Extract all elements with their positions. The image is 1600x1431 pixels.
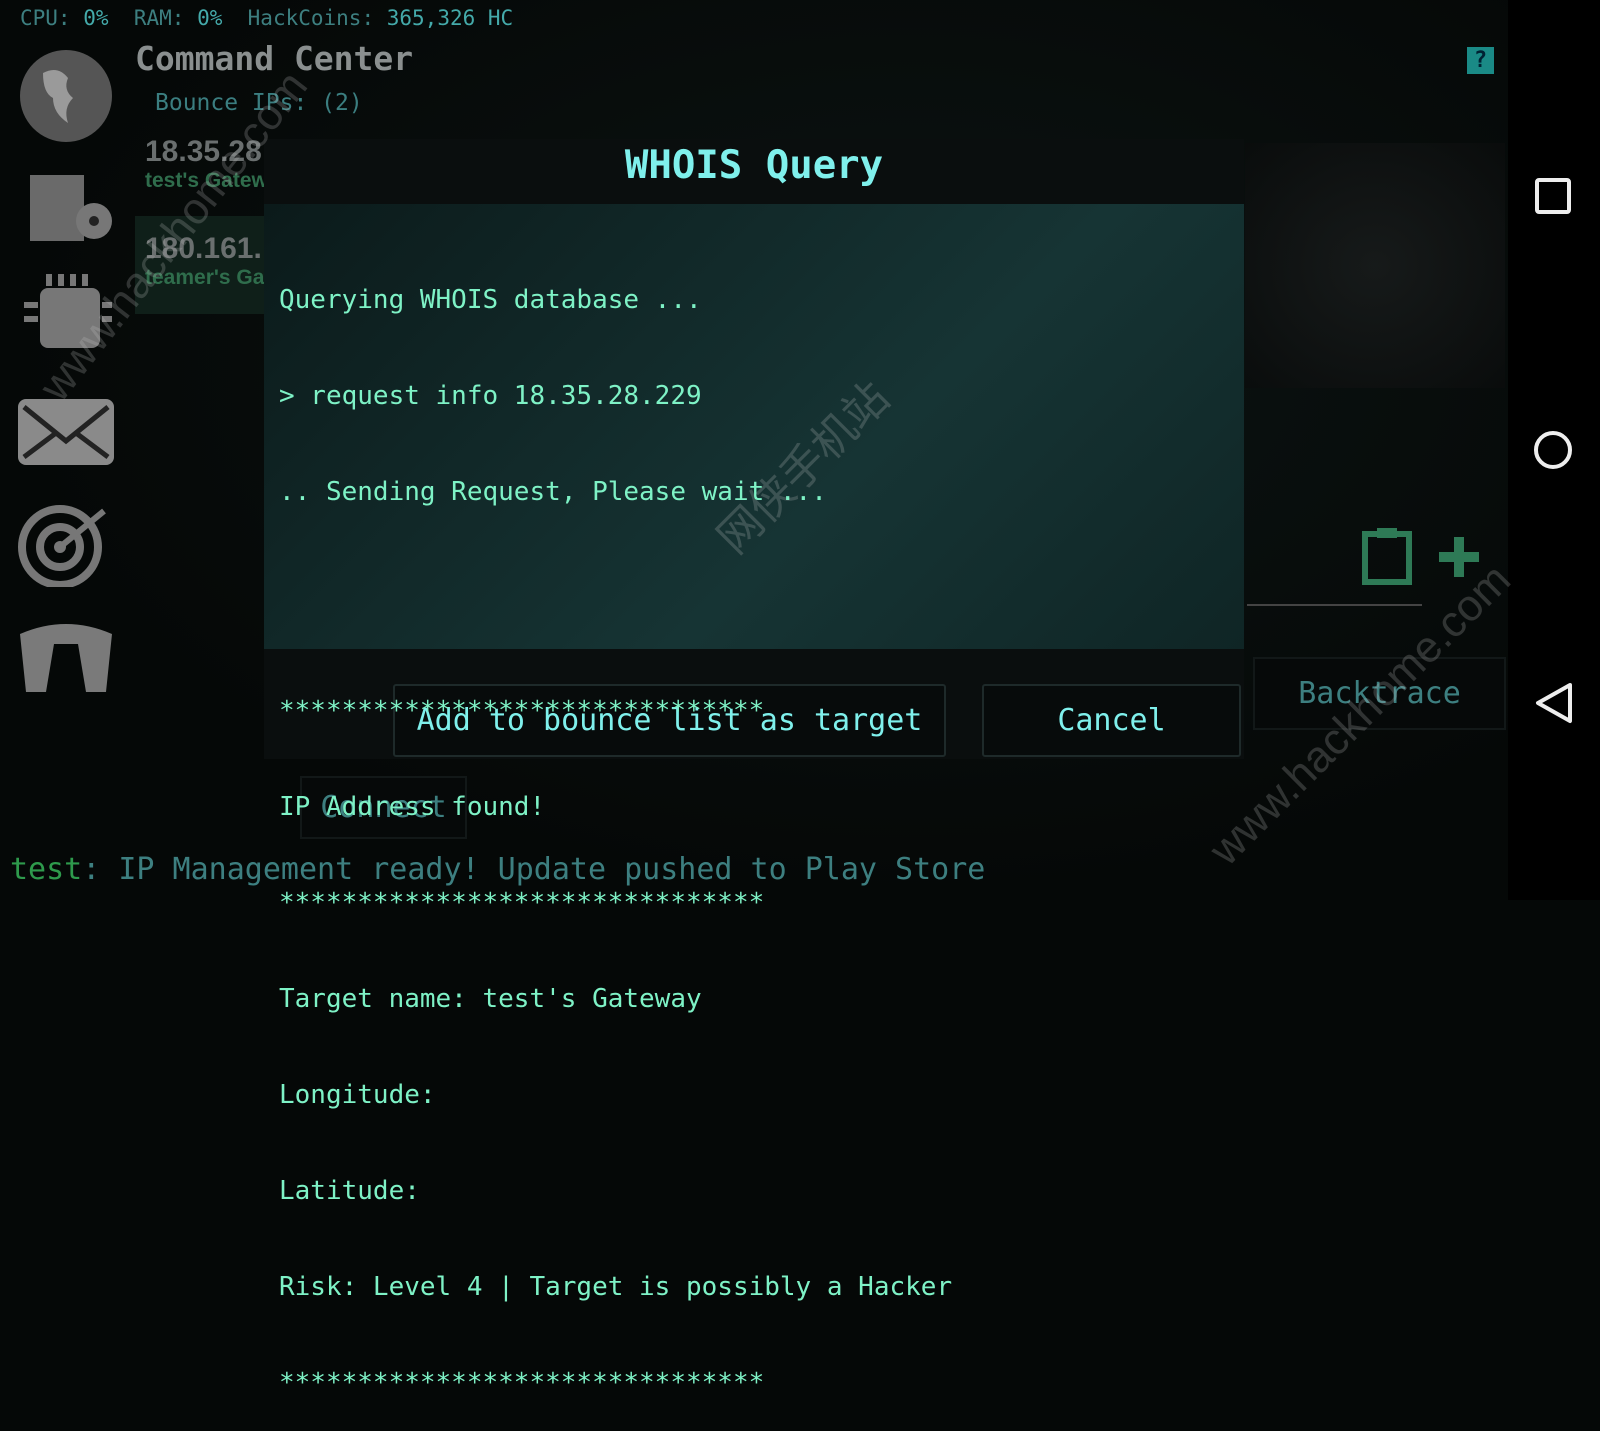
page-title: Command Center: [135, 39, 414, 78]
bridge-icon[interactable]: [16, 608, 116, 700]
bounce-name: test's Gatew: [145, 169, 266, 192]
bounce-ip: 18.35.28: [145, 135, 262, 168]
add-icon[interactable]: [1437, 535, 1481, 583]
backtrace-button[interactable]: Backtrace: [1253, 657, 1506, 730]
console-line: *******************************: [279, 696, 765, 726]
bounce-name: teamer's Ga: [145, 266, 265, 289]
console-line: IP Address found!: [279, 792, 546, 822]
bounce-item[interactable]: 18.35.28 test's Gatew: [135, 135, 266, 208]
ram-value: 0%: [197, 6, 223, 30]
help-button[interactable]: ?: [1467, 47, 1494, 74]
cpu-chip-icon[interactable]: [16, 271, 116, 363]
target-icon[interactable]: [16, 496, 116, 588]
world-map: [1245, 143, 1505, 388]
console-line: *******************************: [279, 1368, 765, 1398]
home-icon[interactable]: [1532, 429, 1574, 471]
console-line: Longitude:: [279, 1080, 436, 1110]
cpu-value: 0%: [83, 6, 109, 30]
coins-label: HackCoins:: [247, 6, 375, 30]
software-box-icon[interactable]: [16, 163, 116, 255]
globe-icon[interactable]: [16, 47, 116, 145]
bounce-item[interactable]: 180.161. teamer's Ga: [135, 216, 266, 314]
recents-icon[interactable]: [1534, 177, 1572, 215]
ram-label: RAM:: [133, 6, 185, 30]
back-icon[interactable]: [1534, 681, 1574, 725]
console-line: .. Sending Request, Please wait ...: [279, 477, 827, 507]
cpu-label: CPU:: [20, 6, 71, 30]
console-line: *******************************: [279, 888, 765, 918]
console-lines: Querying WHOIS database ... > request in…: [279, 220, 1179, 1431]
divider: [1247, 604, 1422, 606]
coins-value: 365,326 HC: [386, 6, 514, 30]
dialog-title: WHOIS Query: [624, 143, 884, 188]
console-line: Latitude:: [279, 1176, 420, 1206]
status-bar: CPU: 0% RAM: 0% HackCoins: 365,326 HC: [20, 6, 513, 30]
bounce-ip: 180.161.: [145, 232, 262, 265]
console-line: Risk: Level 4 | Target is possibly a Hac…: [279, 1272, 953, 1302]
ticker-user: test: [10, 852, 83, 887]
console-line: > request info 18.35.28.229: [279, 381, 702, 411]
system-nav-bar: [1508, 0, 1600, 900]
clipboard-icon[interactable]: [1361, 524, 1415, 590]
console-line: Querying WHOIS database ...: [279, 285, 702, 315]
mail-icon[interactable]: [16, 386, 116, 478]
bounce-ips-label: Bounce IPs: (2): [155, 90, 363, 116]
console-line: Target name: test's Gateway: [279, 984, 702, 1014]
